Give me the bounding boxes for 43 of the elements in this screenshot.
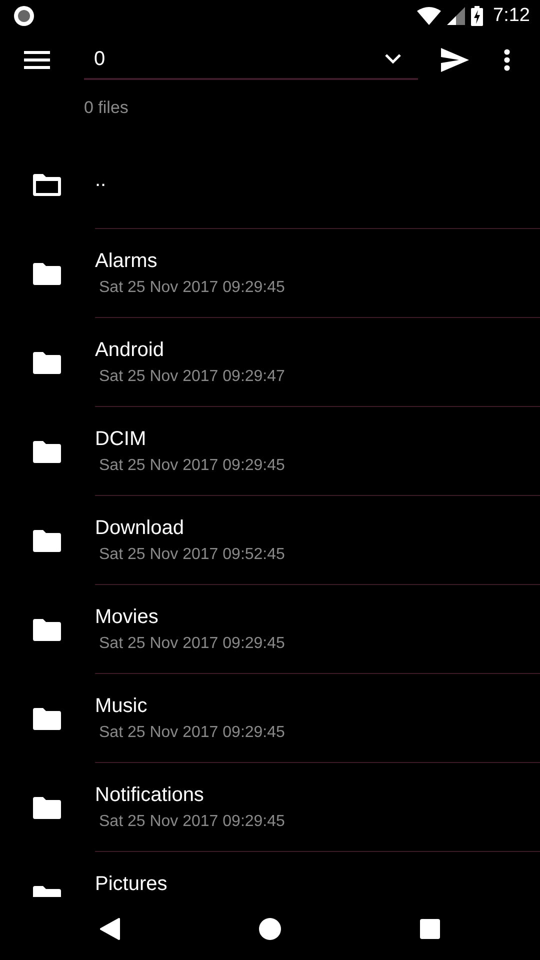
folder-name: Pictures xyxy=(95,872,168,896)
modified-date: Sat 25 Nov 2017 09:29:45 xyxy=(99,813,286,831)
folder-row[interactable]: Music Sat 25 Nov 2017 09:29:45 xyxy=(0,674,540,763)
wifi-icon xyxy=(417,7,442,25)
record-icon xyxy=(13,5,35,27)
folder-icon xyxy=(32,440,62,464)
modified-date: Sat 25 Nov 2017 09:29:45 xyxy=(99,279,286,297)
folder-name: Alarms xyxy=(95,249,158,273)
folder-name: DCIM xyxy=(95,427,148,451)
folder-name: .. xyxy=(95,168,108,192)
home-icon[interactable] xyxy=(258,918,281,940)
folder-outline-icon xyxy=(32,172,62,196)
folder-icon xyxy=(32,262,62,286)
folder-row[interactable]: DCIM Sat 25 Nov 2017 09:29:45 xyxy=(0,407,540,496)
folder-name: Movies xyxy=(95,605,160,629)
folder-name: Download xyxy=(95,516,185,540)
modified-date: Sat 25 Nov 2017 09:29:45 xyxy=(99,724,286,742)
modified-date: Sat 25 Nov 2017 09:52:45 xyxy=(99,546,286,564)
folder-row[interactable]: Movies Sat 25 Nov 2017 09:29:45 xyxy=(0,585,540,674)
battery-icon xyxy=(471,6,484,26)
folder-icon xyxy=(32,706,62,730)
folder-row[interactable]: Alarms Sat 25 Nov 2017 09:29:45 xyxy=(0,229,540,318)
recents-icon[interactable] xyxy=(420,918,440,938)
folder-icon xyxy=(32,796,62,820)
modified-date: Sat 25 Nov 2017 09:29:47 xyxy=(99,368,286,386)
folder-row[interactable]: Notifications Sat 25 Nov 2017 09:29:45 xyxy=(0,763,540,852)
signal-icon xyxy=(447,7,466,25)
folder-icon xyxy=(32,350,62,374)
folder-icon xyxy=(32,528,62,552)
folder-name: Music xyxy=(95,694,148,718)
modified-date: Sat 25 Nov 2017 09:29:45 xyxy=(99,635,286,653)
path-dropdown[interactable]: 0 xyxy=(84,40,418,80)
modified-date: Sat 25 Nov 2017 09:29:45 xyxy=(99,457,286,475)
folder-row[interactable]: Android Sat 25 Nov 2017 09:29:47 xyxy=(0,318,540,407)
folder-row[interactable]: Download Sat 25 Nov 2017 09:52:45 xyxy=(0,496,540,585)
clock-time: 7:12 xyxy=(493,5,530,27)
back-icon[interactable] xyxy=(100,918,120,940)
parent-folder-row[interactable]: .. xyxy=(0,140,540,229)
folder-name: Android xyxy=(95,338,165,362)
dropdown-caret-icon xyxy=(384,53,402,65)
folder-icon xyxy=(32,618,62,642)
folder-name: Notifications xyxy=(95,783,205,807)
file-count: 0 files xyxy=(84,98,130,119)
